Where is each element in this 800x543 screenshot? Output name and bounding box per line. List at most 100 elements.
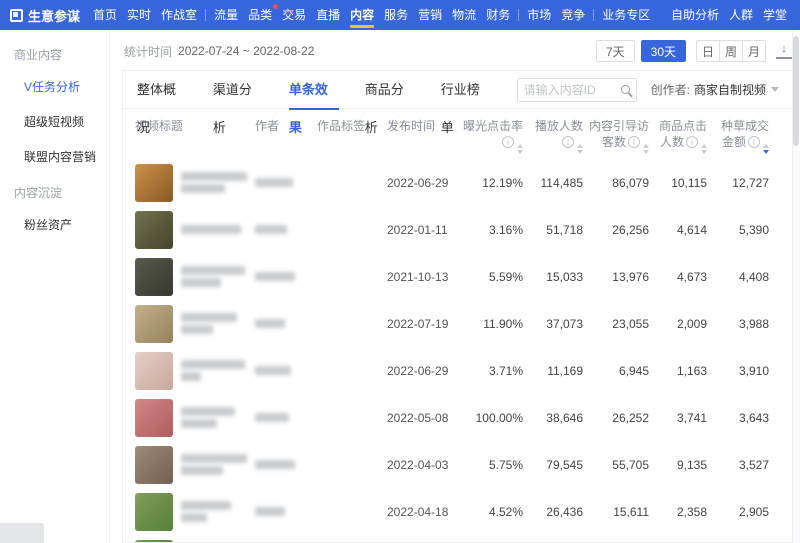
nav-item[interactable]: 服务 <box>379 0 413 30</box>
info-icon[interactable]: i <box>628 136 640 148</box>
video-thumbnail[interactable] <box>135 163 173 202</box>
tab[interactable]: 商品分析 <box>365 71 415 135</box>
column-header[interactable]: 曝光点击率 i <box>463 118 529 154</box>
search-icon[interactable] <box>620 85 630 94</box>
column-label: 商品点击人数 <box>658 119 707 149</box>
column-header[interactable]: 商品点击人数 i <box>655 118 713 154</box>
tab[interactable]: 渠道分析 <box>213 71 263 135</box>
table-row[interactable]: 2022-04-18 4.52% 26,436 15,611 2,358 2,905 <box>123 488 793 535</box>
nav-item[interactable]: 实时 <box>122 0 156 30</box>
sidebar-item[interactable]: V任务分析 <box>0 69 109 104</box>
thumbnail-image <box>135 210 173 249</box>
nav-item[interactable]: 自助分析 <box>666 0 724 30</box>
video-thumbnail[interactable] <box>135 398 173 437</box>
sidebar-item[interactable]: 粉丝资产 <box>0 207 109 242</box>
nav-item[interactable]: 人群 <box>724 0 758 30</box>
plays-cell: 38,646 <box>546 410 583 425</box>
video-thumbnail[interactable] <box>135 445 173 484</box>
nav-item[interactable]: 交易 <box>277 0 311 30</box>
tab[interactable]: 整体概况 <box>137 71 187 135</box>
visitors-cell: 26,256 <box>612 222 649 237</box>
scrollbar[interactable] <box>792 30 800 543</box>
range-button[interactable]: 7天 <box>595 40 635 62</box>
info-icon[interactable]: i <box>502 136 514 148</box>
table-row[interactable]: 2022-07-19 11.90% 37,073 23,055 2,009 3,988 <box>123 300 793 347</box>
nav-item[interactable]: 直播 <box>311 0 345 30</box>
nav-item[interactable]: 首页 <box>88 0 122 30</box>
ctr-cell: 3.71% <box>488 363 523 378</box>
nav-item[interactable]: 内容 <box>345 0 379 30</box>
table-row[interactable] <box>123 535 793 542</box>
nav-item[interactable]: 品类 <box>243 0 279 30</box>
nav-item[interactable]: 市场 <box>522 0 556 30</box>
nav-item[interactable]: 业务专区 <box>597 0 655 30</box>
sort-icon[interactable] <box>701 144 707 154</box>
gmv-cell: 3,910 <box>738 363 769 378</box>
publish-date-cell: 2022-05-08 <box>387 410 449 425</box>
video-thumbnail[interactable] <box>135 210 173 249</box>
gmv-cell: 4,408 <box>738 269 769 284</box>
granularity-button[interactable]: 周 <box>719 40 743 62</box>
column-header[interactable]: 种草成交金额 i <box>713 118 775 154</box>
column-header[interactable]: 内容引导访客数 i <box>589 118 655 154</box>
publish-date-cell: 2022-06-29 <box>387 175 449 190</box>
creator-filter[interactable]: 创作者: 商家自制视频 <box>651 81 779 98</box>
video-thumbnail[interactable] <box>135 257 173 296</box>
table-row[interactable]: 2021-10-13 5.59% 15,033 13,976 4,673 4,408 <box>123 253 793 300</box>
nav-item[interactable]: 财务 <box>481 0 515 30</box>
info-icon[interactable]: i <box>748 136 760 148</box>
blurred-text-line <box>181 407 235 416</box>
search-input[interactable] <box>523 82 621 97</box>
granularity-button[interactable]: 月 <box>742 40 766 62</box>
sort-icon[interactable] <box>763 144 769 154</box>
sort-icon[interactable] <box>577 144 583 154</box>
clicks-cell: 9,135 <box>676 457 707 472</box>
nav-item[interactable]: 营销 <box>413 0 447 30</box>
video-thumbnail[interactable] <box>135 492 173 531</box>
video-title-blurred <box>181 404 235 431</box>
table-row[interactable]: 2022-04-03 5.75% 79,545 55,705 9,135 3,527 <box>123 441 793 488</box>
video-title-cell <box>135 257 255 296</box>
info-icon[interactable]: i <box>686 136 698 148</box>
video-title-cell <box>135 163 255 202</box>
tab[interactable]: 行业榜单 <box>441 71 491 135</box>
sidebar-item[interactable]: 超级短视频 <box>0 104 109 139</box>
sort-asc-icon <box>577 144 583 148</box>
table-row[interactable]: 2022-05-08 100.00% 38,646 26,252 3,741 3,643 <box>123 394 793 441</box>
video-thumbnail[interactable] <box>135 351 173 390</box>
nav-item[interactable]: 作战室 <box>156 0 202 30</box>
download-icon[interactable]: ↓ <box>776 43 792 59</box>
range-button[interactable]: 30天 <box>640 40 686 62</box>
column-label: 作者 <box>255 119 280 133</box>
gmv-cell: 2,905 <box>738 504 769 519</box>
scrollbar-thumb[interactable] <box>793 36 799 146</box>
table-row[interactable]: 2022-01-11 3.16% 51,718 26,256 4,614 5,390 <box>123 206 793 253</box>
column-header[interactable]: 播放人数 i <box>529 118 589 154</box>
brand-logo[interactable]: 生意参谋 <box>10 6 80 25</box>
tab[interactable]: 单条效果 <box>288 71 339 135</box>
nav-item[interactable]: 学堂 <box>758 0 792 30</box>
sort-icon[interactable] <box>517 144 523 154</box>
info-icon[interactable]: i <box>562 136 574 148</box>
nav-item[interactable]: 流量 <box>209 0 243 30</box>
content-id-search[interactable] <box>516 77 637 102</box>
nav-item[interactable]: 物流 <box>447 0 481 30</box>
video-thumbnail[interactable] <box>135 304 173 343</box>
clicks-cell: 4,614 <box>676 222 707 237</box>
sort-icon[interactable] <box>643 144 649 154</box>
column-label: 曝光点击率 <box>463 119 524 133</box>
sidebar-footer-widget[interactable] <box>0 523 44 543</box>
date-range-group: 7天 30天 <box>590 40 686 62</box>
blurred-text-line <box>255 225 287 234</box>
sidebar-item[interactable]: 联盟内容营销 <box>0 139 109 174</box>
main-content: 统计时间 2022-07-24 ~ 2022-08-22 7天 30天 日周月 ↓… <box>110 30 800 543</box>
top-nav: 生意参谋 首页 实时 作战室 流量 品类 交易 直播 内容 服务 营销 物流 财务 市场 竞争 业务专区 自… <box>0 0 800 30</box>
video-thumbnail[interactable] <box>135 539 173 542</box>
nav-item[interactable]: 竞争 <box>556 0 590 30</box>
granularity-button[interactable]: 日 <box>696 40 720 62</box>
table-row[interactable]: 2022-06-29 3.71% 11,169 6,945 1,163 3,910 <box>123 347 793 394</box>
content-card: 整体概况渠道分析单条效果商品分析行业榜单 创作者: 商家自制视频 视频标题作者 作… <box>122 70 794 543</box>
video-title-blurred <box>181 169 247 196</box>
table-row[interactable]: 2022-06-29 12.19% 114,485 86,079 10,115 12,72… <box>123 159 793 206</box>
sort-asc-icon <box>763 144 769 148</box>
